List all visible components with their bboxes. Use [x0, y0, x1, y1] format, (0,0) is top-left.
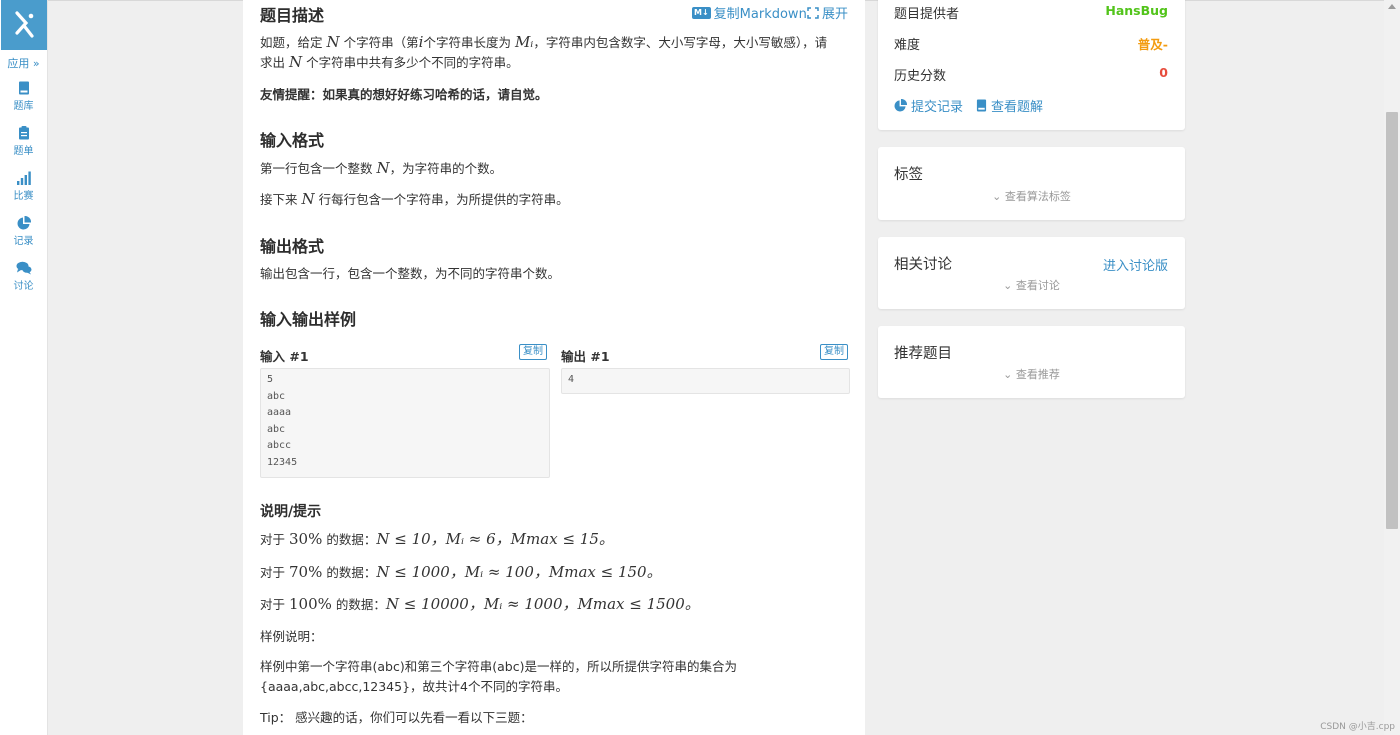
sample-input-line: aaaa: [267, 407, 292, 418]
view-discussion-toggle[interactable]: ⌄ 查看讨论: [878, 277, 1185, 293]
input-format-line-1: 第一行包含一个整数 N，为字符串的个数。: [260, 159, 503, 177]
nav-label-lists: 题单: [13, 146, 34, 157]
copy-markdown-label: 复制Markdown: [713, 7, 807, 22]
book-icon: [976, 99, 987, 112]
tip-line: Tip： 感兴趣的话，你们可以先看一看以下三题：: [260, 710, 533, 725]
recommend-panel: 推荐题目 ⌄ 查看推荐: [878, 326, 1185, 398]
view-solution-label: 查看题解: [991, 100, 1044, 115]
sample-input-label: 输入 #1: [260, 349, 309, 364]
view-recommend-label: 查看推荐: [1015, 368, 1060, 381]
luogu-logo[interactable]: [1, 0, 47, 50]
sample-input-line: abc: [267, 390, 286, 402]
hint-line-1: 对于 30% 的数据：N ≤ 10，Mᵢ ≈ 6，Mmax ≤ 15。: [260, 530, 614, 548]
view-tags-label: 查看算法标签: [1004, 190, 1071, 203]
discussion-panel: 相关讨论 进入讨论版 ⌄ 查看讨论: [878, 237, 1185, 309]
nav-item-records[interactable]: 记录: [0, 216, 47, 247]
sample-output-box[interactable]: 4: [561, 368, 850, 394]
recommend-title: 推荐题目: [894, 346, 952, 362]
sample-explain-line-1: 样例中第一个字符串(abc)和第三个字符串(abc)是一样的，所以所提供字符串的…: [260, 659, 737, 674]
expand-label: 展开: [822, 7, 849, 22]
copy-input-button[interactable]: 复制: [519, 344, 547, 360]
logo-icon: [15, 11, 34, 38]
output-format-line: 输出包含一行，包含一个整数，为不同的字符串个数。: [260, 266, 561, 281]
copy-output-button[interactable]: 复制: [820, 344, 848, 360]
view-recommend-toggle[interactable]: ⌄ 查看推荐: [878, 366, 1185, 382]
description-text-2: 求出 N 个字符串中共有多少个不同的字符串。: [260, 53, 519, 71]
chevron-down-icon: ⌄: [992, 190, 1002, 203]
problem-content: 题目描述 M↓ 复制Markdown 展开 如题，给定 N 个字符串（第i个字符…: [243, 0, 865, 735]
clipboard-icon: [18, 126, 29, 140]
nav-label-records: 记录: [13, 236, 34, 247]
markdown-icon: M↓: [692, 6, 711, 19]
tags-panel: 标签 ⌄ 查看算法标签: [878, 147, 1185, 220]
chevron-down-icon: ⌄: [1003, 368, 1013, 381]
copy-markdown-link[interactable]: M↓ 复制Markdown: [692, 3, 807, 22]
sample-explain-line-2: {aaaa,abc,abcc,12345}，故共计4个不同的字符串。: [260, 679, 568, 694]
view-discussion-label: 查看讨论: [1015, 279, 1060, 292]
nav-item-problems[interactable]: 题库: [0, 81, 47, 112]
view-tags-toggle[interactable]: ⌄ 查看算法标签: [878, 188, 1185, 204]
sample-output-line: 4: [568, 374, 575, 385]
provider-label: 题目提供者: [894, 7, 960, 22]
sample-input-box[interactable]: 5 abc aaaa abc abcc 12345: [260, 368, 550, 478]
pie-chart-icon: [894, 99, 907, 112]
bar-chart-icon: [16, 171, 31, 185]
desc-title: 题目描述: [260, 6, 325, 25]
input-format-title: 输入格式: [260, 131, 325, 150]
difficulty-value: 普及-: [1137, 37, 1168, 52]
difficulty-label: 难度: [894, 38, 921, 53]
sample-input-line: 12345: [267, 456, 298, 468]
nav-label-problems: 题库: [13, 101, 34, 112]
hint-line-3: 对于 100% 的数据：N ≤ 10000，Mᵢ ≈ 1000，Mmax ≤ 1…: [260, 595, 700, 613]
chevron-down-icon: ⌄: [1003, 279, 1013, 292]
description-text: 如题，给定 N 个字符串（第i个字符串长度为 Mᵢ，字符串内包含数字、大小写字母…: [260, 33, 828, 51]
history-score-value: 0: [1159, 65, 1168, 80]
nav-label-discuss: 讨论: [13, 281, 34, 292]
chat-icon: [16, 261, 31, 275]
scrollbar-thumb[interactable]: [1386, 112, 1398, 529]
history-score-label: 历史分数: [894, 69, 947, 84]
submit-records-link[interactable]: 提交记录: [894, 96, 963, 115]
csdn-watermark: CSDN @小吉.cpp: [1320, 722, 1395, 732]
discussion-title: 相关讨论: [894, 257, 952, 273]
sample-title: 输入输出样例: [260, 310, 357, 329]
book-icon: [18, 81, 29, 95]
sample-input-line: abcc: [267, 440, 292, 451]
enter-discussion-link[interactable]: 进入讨论版: [1103, 255, 1168, 274]
nav-app-toggle[interactable]: 应用 »: [0, 55, 47, 71]
nav-item-contests[interactable]: 比赛: [0, 171, 47, 202]
hint-title: 说明/提示: [260, 504, 322, 520]
left-nav: 应用 » 题库 题单 比赛 记录 讨论: [0, 0, 48, 735]
expand-icon: [807, 6, 819, 19]
problem-info-panel: 题目提供者 HansBug 难度 普及- 历史分数 0 提交记录 查看题解: [878, 0, 1185, 130]
nav-item-lists[interactable]: 题单: [0, 126, 47, 157]
pie-chart-icon: [17, 216, 31, 230]
scroll-up-arrow-icon[interactable]: [1388, 4, 1396, 9]
tags-title: 标签: [894, 167, 923, 183]
page-scrollbar[interactable]: [1384, 0, 1400, 735]
sample-input-line: 5: [267, 374, 274, 385]
expand-link[interactable]: 展开: [807, 3, 848, 22]
hint-line-2: 对于 70% 的数据：N ≤ 1000，Mᵢ ≈ 100，Mmax ≤ 150。: [260, 563, 662, 581]
output-format-title: 输出格式: [260, 237, 325, 256]
sample-input-line: abc: [267, 423, 286, 435]
view-solution-link[interactable]: 查看题解: [976, 96, 1043, 115]
sample-explain-title: 样例说明：: [260, 629, 323, 644]
friendly-reminder: 友情提醒：如果真的想好好练习哈希的话，请自觉。: [260, 87, 548, 102]
nav-item-discuss[interactable]: 讨论: [0, 261, 47, 292]
sample-output-label: 输出 #1: [561, 349, 610, 364]
provider-value[interactable]: HansBug: [1105, 3, 1168, 18]
nav-label-contests: 比赛: [13, 191, 34, 202]
submit-records-label: 提交记录: [911, 100, 964, 115]
input-format-line-2: 接下来 N 行每行包含一个字符串，为所提供的字符串。: [260, 190, 569, 208]
